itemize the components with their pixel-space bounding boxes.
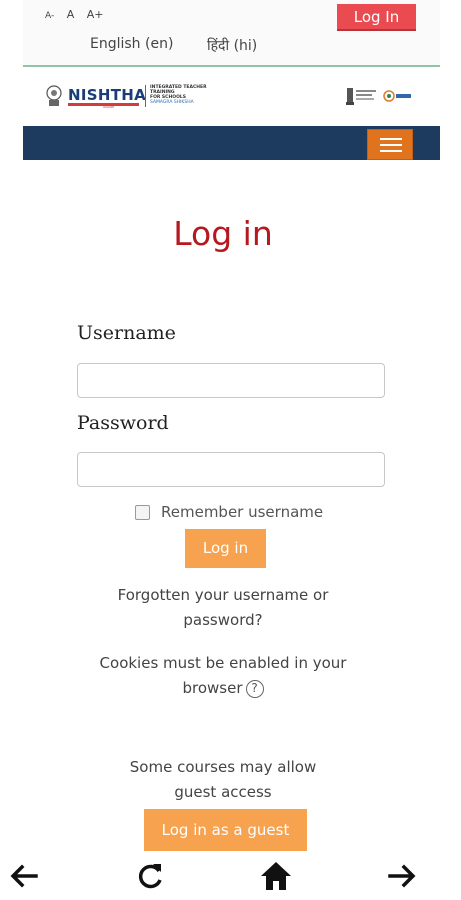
brand-logo[interactable]: NISHTHA	[68, 86, 146, 104]
hamburger-menu-button[interactable]	[367, 129, 413, 160]
guest-login-button[interactable]: Log in as a guest	[144, 809, 307, 851]
top-utility-bar: A- A A+ Log In English (en) हिंदी (hi)	[23, 0, 440, 67]
remember-username-checkbox[interactable]	[135, 504, 150, 520]
language-english-link[interactable]: English (en)	[90, 36, 173, 52]
tagline-line-1: INTEGRATED TEACHER TRAINING	[150, 85, 207, 95]
page: A- A A+ Log In English (en) हिंदी (hi) N…	[23, 0, 440, 900]
password-label: Password	[77, 412, 169, 434]
bottom-navigation	[0, 852, 461, 900]
guest-line-2: guest access	[174, 783, 272, 801]
username-input[interactable]	[77, 363, 385, 398]
hamburger-line	[380, 144, 402, 146]
page-title: Log in	[173, 214, 273, 253]
font-increase-button[interactable]: A+	[87, 8, 104, 21]
reload-icon[interactable]	[132, 858, 168, 894]
font-size-controls: A- A A+	[45, 8, 113, 21]
brand-divider	[145, 85, 146, 107]
language-hindi-link[interactable]: हिंदी (hi)	[207, 36, 257, 55]
font-decrease-button[interactable]: A-	[45, 11, 54, 21]
arrow-left-icon[interactable]	[6, 858, 42, 894]
forgot-line-2: password?	[183, 611, 263, 629]
government-emblem-icon	[346, 88, 376, 105]
login-submit-button[interactable]: Log in	[185, 529, 266, 568]
cookies-notice: Cookies must be enabled in your browser?	[83, 651, 363, 701]
cookies-line-2-text: browser	[182, 679, 243, 697]
username-label: Username	[77, 322, 176, 344]
forgot-password-link[interactable]: Forgotten your username or password?	[83, 583, 363, 633]
remember-username[interactable]: Remember username	[135, 503, 323, 521]
nishtha-emblem-icon	[46, 85, 62, 106]
main-navbar	[23, 126, 440, 160]
site-header: NISHTHA ONLINE INTEGRATED TEACHER TRAINI…	[23, 69, 440, 126]
arrow-right-icon[interactable]	[384, 858, 420, 894]
font-normal-button[interactable]: A	[67, 8, 75, 21]
cookies-line-1: Cookies must be enabled in your	[99, 654, 347, 672]
help-icon[interactable]: ?	[245, 679, 264, 698]
cookies-line-2: browser?	[83, 676, 363, 701]
partner-logo-icon	[383, 90, 411, 102]
remember-username-label: Remember username	[161, 503, 324, 521]
password-input[interactable]	[77, 452, 385, 487]
hamburger-line	[380, 150, 402, 152]
brand-tagline: INTEGRATED TEACHER TRAINING FOR SCHOOLS …	[150, 85, 230, 105]
tagline-line-3: SAMAGRA SHIKSHA	[150, 100, 194, 105]
guest-line-1: Some courses may allow	[129, 758, 317, 776]
forgot-line-1: Forgotten your username or	[117, 586, 329, 604]
guest-access-notice: Some courses may allow guest access	[83, 755, 363, 805]
header-login-button[interactable]: Log In	[337, 4, 416, 31]
brand-sub: ONLINE	[103, 105, 115, 109]
hamburger-line	[380, 138, 402, 140]
home-icon[interactable]	[258, 858, 294, 894]
